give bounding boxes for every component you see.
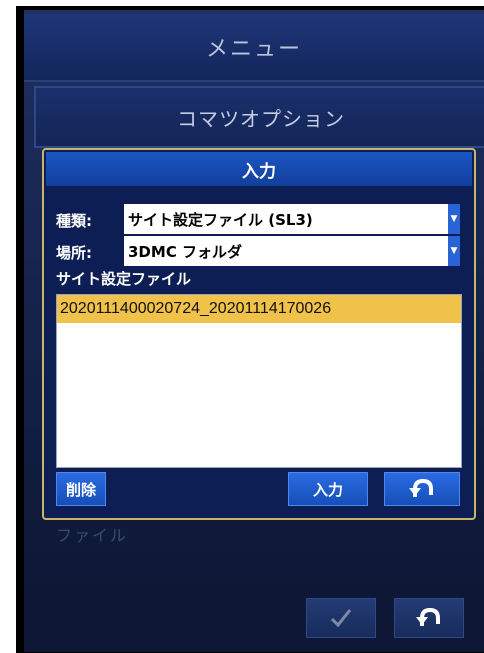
- undo-icon: [416, 607, 440, 626]
- undo-icon: [409, 478, 433, 497]
- options-title: コマツオプション: [177, 106, 345, 131]
- menu-title: メニュー: [205, 37, 302, 62]
- location-select[interactable]: 3DMC フォルダ ▼: [124, 236, 460, 266]
- background-faded-text: ファイル: [56, 526, 129, 545]
- type-label: 種類:: [56, 212, 92, 230]
- confirm-button[interactable]: [306, 598, 376, 638]
- delete-label: 削除: [65, 480, 96, 499]
- check-icon: [330, 609, 352, 628]
- type-select[interactable]: サイト設定ファイル (SL3) ▼: [124, 204, 460, 234]
- chevron-down-icon[interactable]: ▼: [448, 204, 460, 234]
- menu-header: メニュー: [24, 14, 484, 82]
- device-screen: メニュー コマツオプション ファイル 入力 種類: サイト設定ファイル (SL3…: [16, 6, 484, 653]
- file-list-label: サイト設定ファイル: [56, 270, 192, 288]
- enter-button[interactable]: 入力: [288, 472, 368, 506]
- location-select-value: 3DMC フォルダ: [128, 242, 243, 261]
- delete-button[interactable]: 削除: [56, 472, 106, 506]
- location-label: 場所:: [56, 244, 92, 262]
- type-select-value: サイト設定ファイル (SL3): [128, 210, 313, 229]
- enter-label: 入力: [312, 480, 343, 499]
- chevron-down-icon[interactable]: ▼: [448, 236, 460, 266]
- file-list[interactable]: 2020111400020724_20201114170026: [56, 294, 462, 468]
- list-item[interactable]: 2020111400020724_20201114170026: [57, 295, 461, 323]
- komatsu-options-button[interactable]: コマツオプション: [34, 86, 484, 148]
- dialog-title: 入力: [46, 152, 472, 186]
- back-button[interactable]: [394, 598, 464, 638]
- input-dialog: 入力 種類: サイト設定ファイル (SL3) ▼ 場所: 3DMC フォルダ ▼…: [42, 148, 476, 520]
- dialog-back-button[interactable]: [384, 472, 460, 506]
